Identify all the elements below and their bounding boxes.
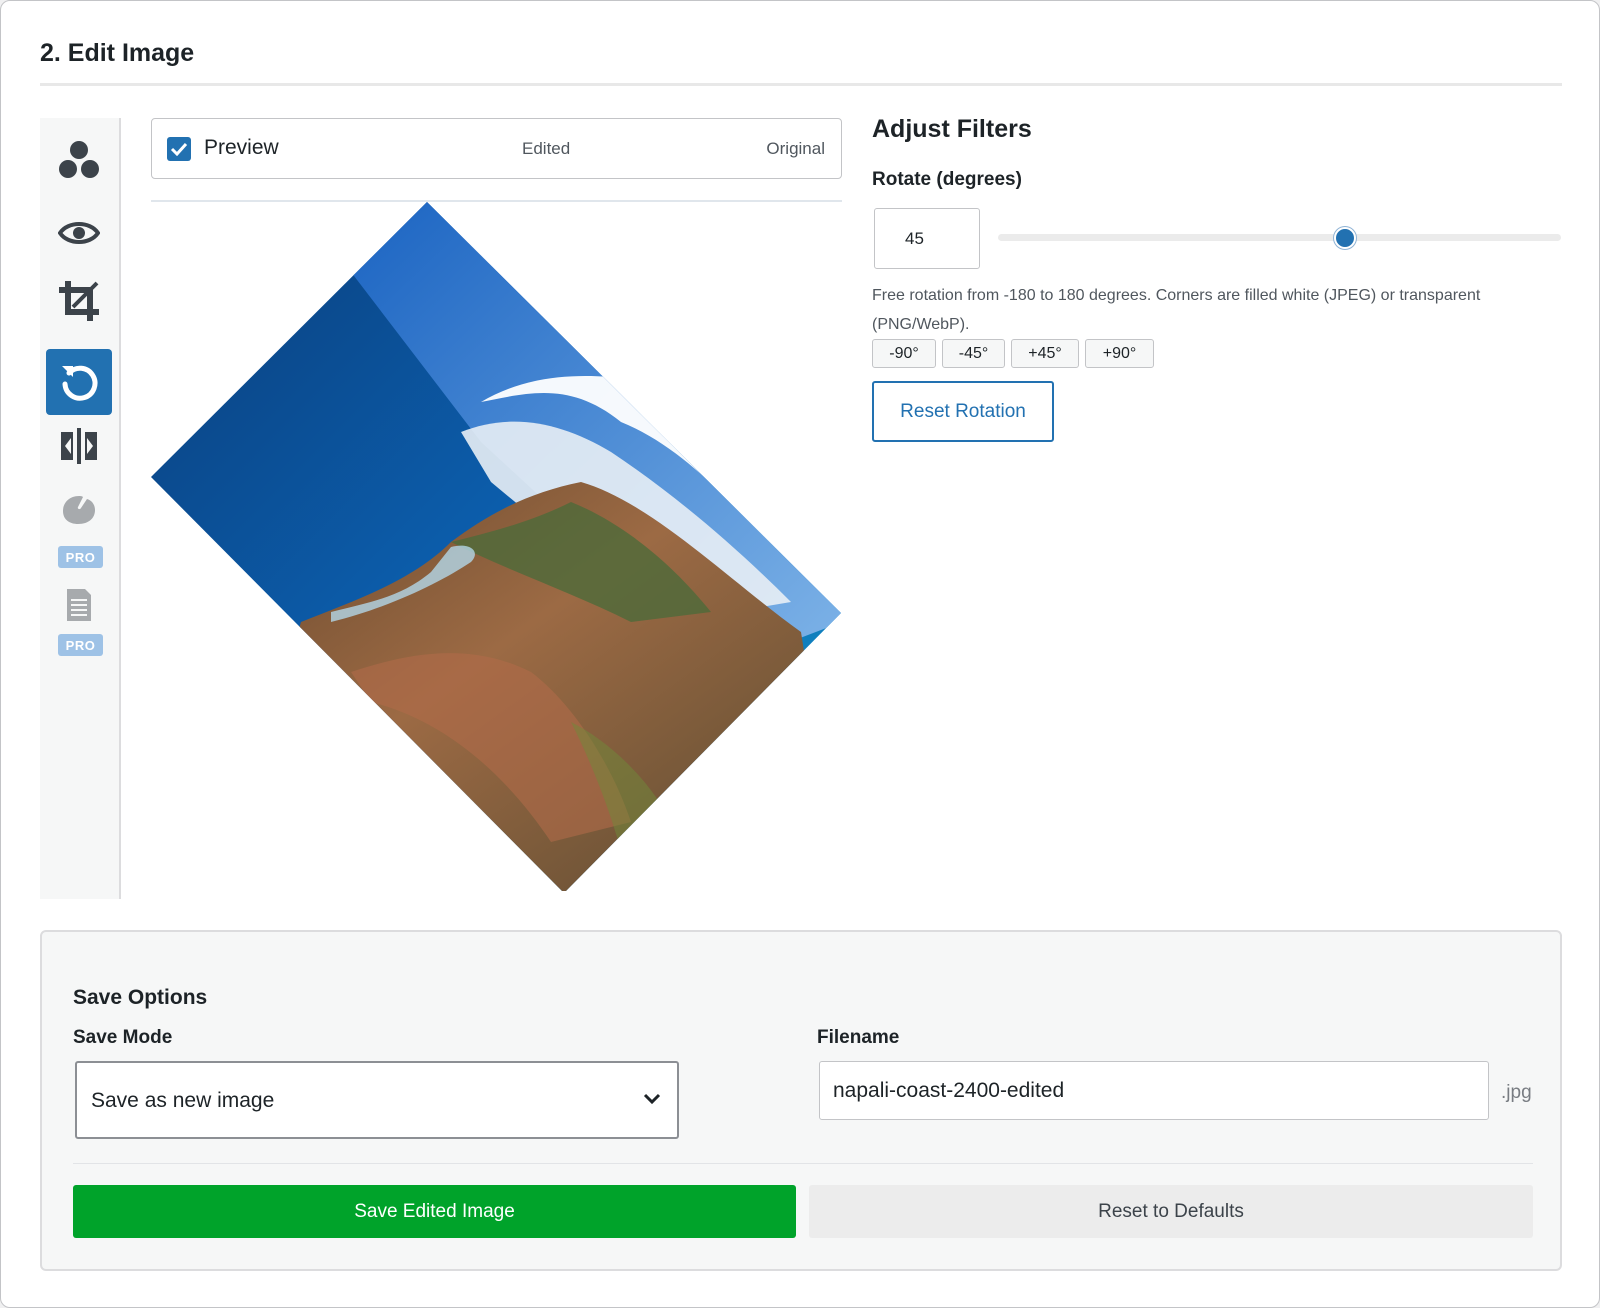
tool-filters-button[interactable] xyxy=(46,127,112,193)
pro-badge: PRO xyxy=(58,634,103,656)
tool-color-button[interactable] xyxy=(46,483,112,537)
filename-input[interactable] xyxy=(819,1061,1489,1120)
original-label: Original xyxy=(766,139,825,158)
tool-preview-button[interactable] xyxy=(46,200,112,266)
edited-label: Edited xyxy=(522,139,571,158)
crop-icon xyxy=(59,281,99,321)
divider xyxy=(73,1163,1533,1164)
rotate-plus-45-button[interactable]: +45° xyxy=(1011,339,1079,368)
filename-label: Filename xyxy=(817,1027,900,1048)
tool-document-button[interactable] xyxy=(46,578,112,632)
divider xyxy=(40,83,1562,86)
filters-title: Adjust Filters xyxy=(872,115,1032,143)
rotate-slider-thumb[interactable] xyxy=(1334,227,1356,249)
circles-icon xyxy=(59,141,99,178)
eye-icon xyxy=(58,222,100,244)
tool-rotate-button[interactable] xyxy=(46,349,112,415)
edit-toolbar: PRO PRO xyxy=(40,118,121,899)
save-mode-select[interactable]: Save as new image xyxy=(75,1061,679,1139)
edit-image-panel: 2. Edit Image PRO PRO Preview Edited Ori… xyxy=(0,0,1600,1308)
file-extension: .jpg xyxy=(1501,1082,1532,1103)
reset-defaults-button[interactable]: Reset to Defaults xyxy=(809,1185,1533,1238)
rotate-slider-track[interactable] xyxy=(998,234,1561,241)
save-mode-label: Save Mode xyxy=(73,1027,173,1048)
save-options-title: Save Options xyxy=(73,986,208,1009)
reset-rotation-button[interactable]: Reset Rotation xyxy=(872,381,1054,442)
preview-checkbox[interactable] xyxy=(167,137,191,161)
image-preview-canvas xyxy=(151,200,842,891)
rotate-plus-90-button[interactable]: +90° xyxy=(1085,339,1154,368)
rotate-minus-45-button[interactable]: -45° xyxy=(942,339,1005,368)
section-title: 2. Edit Image xyxy=(40,39,195,67)
checkmark-icon xyxy=(170,142,188,156)
preview-toggle-bar: Preview Edited Original xyxy=(151,118,842,179)
rotate-icon xyxy=(62,365,98,401)
tool-flip-button[interactable] xyxy=(46,413,112,479)
rotate-help-text: Free rotation from -180 to 180 degrees. … xyxy=(872,287,1481,333)
pro-badge: PRO xyxy=(58,546,103,568)
save-edited-image-button[interactable]: Save Edited Image xyxy=(73,1185,796,1238)
rotate-label: Rotate (degrees) xyxy=(872,169,1022,190)
flip-icon xyxy=(61,428,97,464)
rotated-photo xyxy=(151,202,841,891)
document-icon xyxy=(67,589,91,621)
save-options-box: Save Options Save Mode Save as new image… xyxy=(40,930,1562,1271)
rotate-degrees-input[interactable] xyxy=(874,208,980,269)
preview-label[interactable]: Preview xyxy=(204,136,279,160)
rotate-minus-90-button[interactable]: -90° xyxy=(872,339,936,368)
tool-crop-button[interactable] xyxy=(46,268,112,334)
chevron-down-icon xyxy=(643,1093,661,1105)
palette-icon xyxy=(63,496,95,524)
save-mode-value: Save as new image xyxy=(91,1089,275,1112)
